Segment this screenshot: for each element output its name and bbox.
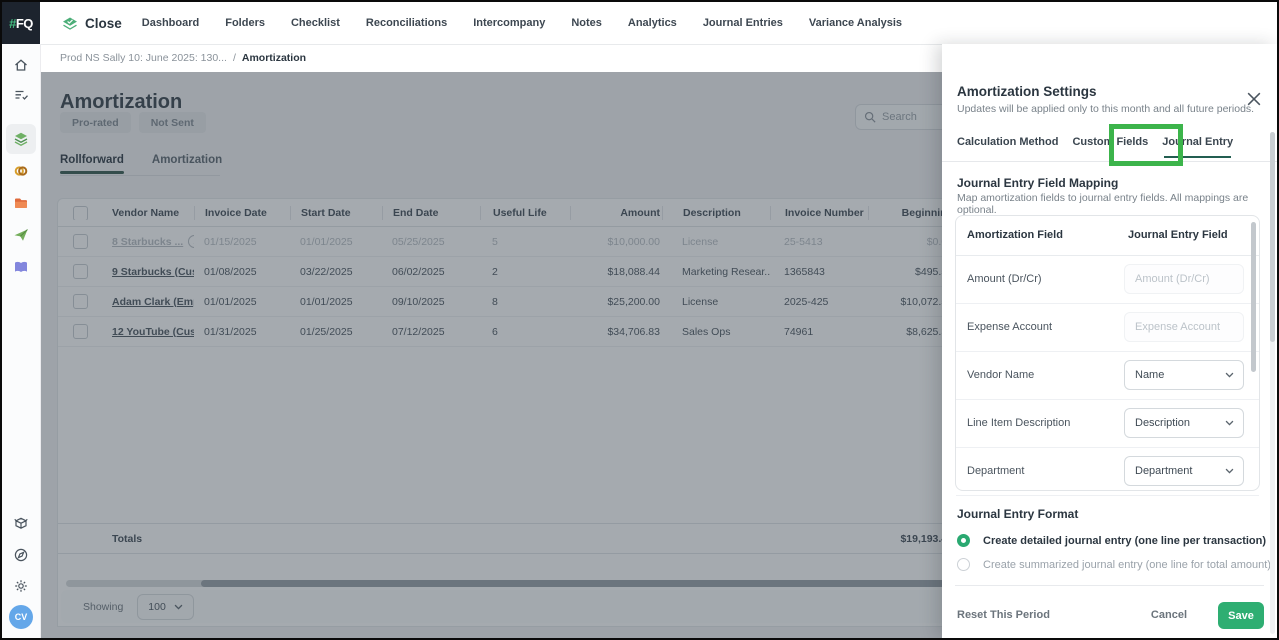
- mapping-heading: Journal Entry Field Mapping: [957, 176, 1119, 190]
- breadcrumb-parent[interactable]: Prod NS Sally 10: June 2025: 130...: [60, 52, 227, 64]
- nav-intercompany[interactable]: Intercompany: [473, 17, 545, 29]
- panel-scrollbar-thumb[interactable]: [1270, 132, 1275, 342]
- chevron-down-icon: [1225, 468, 1234, 474]
- package-icon[interactable]: [13, 515, 29, 531]
- gear-icon[interactable]: [13, 578, 29, 594]
- mapping-row: Expense Account Expense Account: [956, 304, 1259, 352]
- app-window: # FQ Close Dashboard Folders Checklist Re…: [0, 0, 1279, 640]
- chevron-down-icon: [1225, 420, 1234, 426]
- mapping-row: Amount (Dr/Cr) Amount (Dr/Cr): [956, 256, 1259, 304]
- nav-checklist[interactable]: Checklist: [291, 17, 340, 29]
- select-value: Department: [1135, 465, 1193, 477]
- mapping-label: Line Item Description: [967, 417, 1071, 429]
- left-sidebar: CV: [2, 44, 41, 638]
- close-icon[interactable]: [1247, 92, 1261, 106]
- user-avatar[interactable]: CV: [9, 605, 33, 629]
- amortization-settings-panel: Amortization Settings Updates will be ap…: [942, 44, 1277, 638]
- close-checkmark-icon: [62, 17, 78, 30]
- tab-journal-entry[interactable]: Journal Entry: [1162, 136, 1233, 158]
- amortization-layers-icon[interactable]: [13, 131, 29, 147]
- top-nav: # FQ Close Dashboard Folders Checklist Re…: [2, 2, 1277, 45]
- task-list-icon[interactable]: [13, 87, 29, 103]
- radio-summarized-entry[interactable]: Create summarized journal entry (one lin…: [957, 558, 1271, 571]
- logo-hash: #: [9, 15, 16, 31]
- footer-divider: [955, 585, 1264, 586]
- mapping-label: Department: [967, 465, 1025, 477]
- modal-scrim[interactable]: [40, 72, 942, 638]
- nav-dashboard[interactable]: Dashboard: [142, 17, 199, 29]
- app-name: Close: [85, 15, 122, 31]
- radio-selected-icon[interactable]: [957, 534, 970, 547]
- mapping-col-left: Amortization Field: [967, 229, 1063, 241]
- department-select[interactable]: Department: [1124, 456, 1244, 486]
- ledger-book-icon[interactable]: [13, 259, 29, 275]
- radio-label: Create detailed journal entry (one line …: [983, 534, 1267, 547]
- panel-tabs: Calculation Method Custom Fields Journal…: [957, 136, 1233, 158]
- select-value: Description: [1135, 417, 1191, 429]
- expense-account-field-disabled: Expense Account: [1124, 312, 1244, 342]
- autorec-rings-icon[interactable]: [13, 163, 29, 179]
- tab-calculation-method[interactable]: Calculation Method: [957, 136, 1058, 158]
- mapping-label: Expense Account: [967, 321, 1053, 333]
- vendor-name-select[interactable]: Name: [1124, 360, 1244, 390]
- flux-paper-plane-icon[interactable]: [13, 227, 29, 243]
- nav-reconciliations[interactable]: Reconciliations: [366, 17, 447, 29]
- mapping-header-row: Amortization Field Journal Entry Field: [956, 216, 1259, 256]
- reset-this-period-button[interactable]: Reset This Period: [957, 609, 1050, 621]
- panel-footer: Reset This Period Cancel Save: [942, 594, 1277, 638]
- radio-unselected-icon[interactable]: [957, 558, 970, 571]
- cancel-button[interactable]: Cancel: [1151, 609, 1187, 621]
- mapping-label: Vendor Name: [967, 369, 1035, 381]
- radio-detailed-entry[interactable]: Create detailed journal entry (one line …: [957, 534, 1266, 547]
- breadcrumb-current: Amortization: [241, 52, 307, 64]
- top-nav-links: Dashboard Folders Checklist Reconciliati…: [142, 17, 902, 29]
- save-button[interactable]: Save: [1218, 602, 1264, 629]
- close-app-home[interactable]: Close: [62, 16, 122, 31]
- panel-title: Amortization Settings: [957, 84, 1097, 99]
- field-mapping-card: Amortization Field Journal Entry Field A…: [955, 215, 1260, 496]
- nav-journal-entries[interactable]: Journal Entries: [703, 17, 783, 29]
- mapping-row: Vendor Name Name: [956, 352, 1259, 400]
- mapping-row: Line Item Description Description: [956, 400, 1259, 448]
- nav-analytics[interactable]: Analytics: [628, 17, 677, 29]
- amount-field-disabled: Amount (Dr/Cr): [1124, 264, 1244, 294]
- floqast-logo[interactable]: # FQ: [2, 2, 40, 44]
- mapping-row: Department Department: [956, 448, 1259, 496]
- logo-text: FQ: [15, 15, 34, 31]
- mapping-col-right: Journal Entry Field: [1128, 229, 1228, 241]
- line-item-description-select[interactable]: Description: [1124, 408, 1244, 438]
- mapping-label: Amount (Dr/Cr): [967, 273, 1042, 285]
- nav-folders[interactable]: Folders: [225, 17, 265, 29]
- mapping-subheading: Map amortization fields to journal entry…: [957, 192, 1249, 216]
- chevron-down-icon: [1225, 372, 1234, 378]
- panel-subtitle: Updates will be applied only to this mon…: [957, 103, 1255, 115]
- folder-icon[interactable]: [13, 195, 29, 211]
- panel-tabbar-divider: [942, 161, 1277, 162]
- select-value: Name: [1135, 369, 1165, 381]
- radio-label: Create summarized journal entry (one lin…: [983, 558, 1271, 571]
- format-heading: Journal Entry Format: [957, 507, 1079, 521]
- breadcrumb-separator: /: [232, 52, 236, 64]
- compass-icon[interactable]: [13, 547, 29, 563]
- nav-notes[interactable]: Notes: [571, 17, 602, 29]
- mapping-card-scrollbar-thumb[interactable]: [1251, 222, 1256, 372]
- tab-custom-fields[interactable]: Custom Fields: [1072, 136, 1148, 158]
- nav-variance-analysis[interactable]: Variance Analysis: [809, 17, 902, 29]
- home-icon[interactable]: [13, 57, 29, 73]
